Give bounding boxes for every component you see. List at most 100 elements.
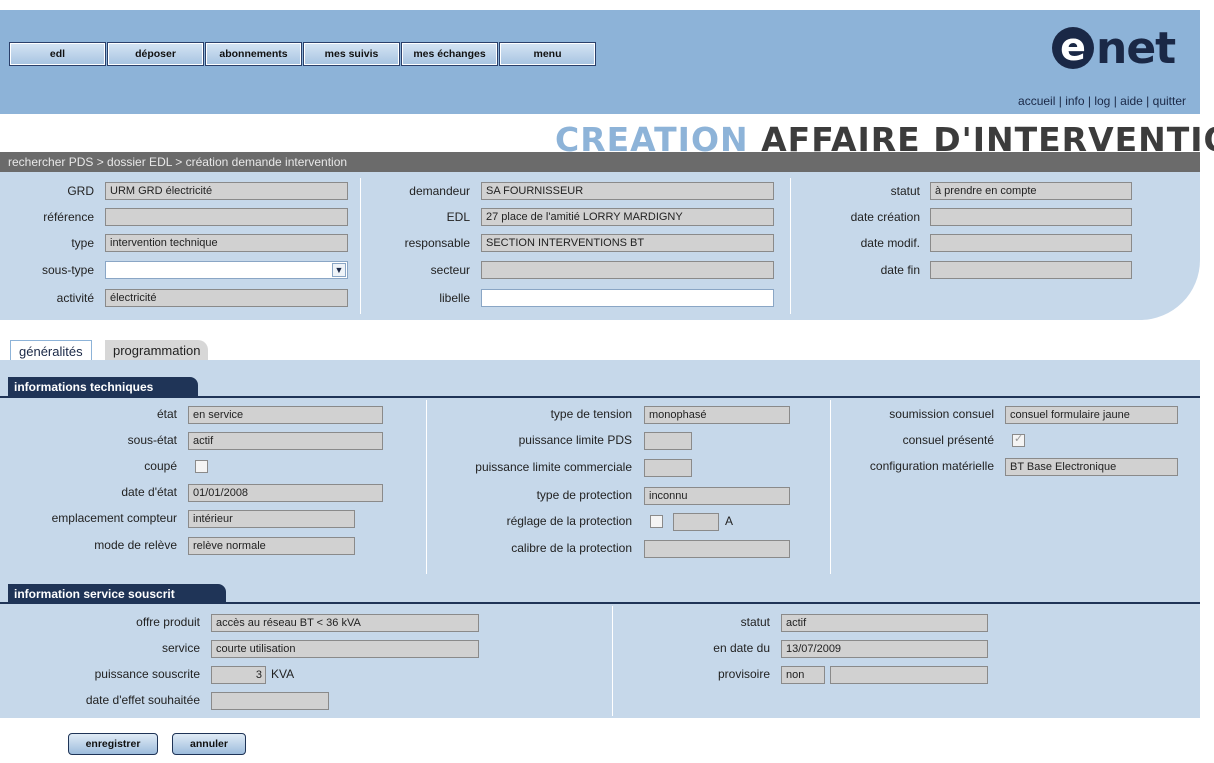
nav-abonnements[interactable]: abonnements [205, 42, 302, 66]
label-type-protection: type de protection [536, 488, 632, 502]
grd-field: URM GRD électricité [105, 182, 348, 200]
tab-generalites[interactable]: généralités [10, 340, 92, 362]
top-links: accueil | info | log | aide | quitter [1018, 94, 1186, 108]
label-activite: activité [56, 291, 94, 305]
label-statut: statut [890, 184, 920, 198]
label-calibre-protection: calibre de la protection [511, 541, 632, 555]
type-protection-field: inconnu [644, 487, 790, 505]
label-puissance-souscrite: puissance souscrite [94, 667, 200, 681]
tech-section-title: informations techniques [8, 377, 198, 397]
label-secteur: secteur [430, 263, 470, 277]
reglage-protection-field [673, 513, 719, 531]
nav-mes-echanges[interactable]: mes échanges [401, 42, 498, 66]
puissance-souscrite-field: 3 [211, 666, 266, 684]
reference-field [105, 208, 348, 226]
service-section-title: information service souscrit [8, 584, 226, 604]
label-soumission-consuel: soumission consuel [889, 407, 994, 421]
consuel-presente-checkbox[interactable] [1012, 432, 1025, 447]
puissance-limite-pds-field [644, 432, 692, 450]
label-en-date-du: en date du [713, 641, 770, 655]
label-grd: GRD [67, 184, 94, 198]
statut-field: à prendre en compte [930, 182, 1132, 200]
save-button[interactable]: enregistrer [68, 733, 158, 755]
label-libelle: libelle [439, 291, 470, 305]
main-nav: edl déposer abonnements mes suivis mes é… [9, 42, 596, 66]
label-puissance-limite-pds: puissance limite PDS [518, 433, 632, 447]
puissance-limite-commerciale-field [644, 459, 692, 477]
provisoire-field: non [781, 666, 825, 684]
label-date-effet-souhaitee: date d'effet souhaitée [85, 693, 200, 707]
nav-menu[interactable]: menu [499, 42, 596, 66]
label-demandeur: demandeur [409, 184, 470, 198]
label-date-creation: date création [850, 210, 920, 224]
label-mode-releve: mode de relève [94, 538, 177, 552]
label-emplacement-compteur: emplacement compteur [51, 511, 177, 525]
label-offre-produit: offre produit [136, 615, 200, 629]
label-reglage-protection: réglage de la protection [506, 514, 632, 528]
service-divider [612, 606, 613, 716]
date-modif-field [930, 234, 1132, 252]
etat-field: en service [188, 406, 383, 424]
link-info[interactable]: info [1065, 94, 1084, 108]
label-sous-etat: sous-état [127, 433, 177, 447]
label-configuration-materielle: configuration matérielle [869, 459, 994, 473]
emplacement-compteur-field: intérieur [188, 510, 355, 528]
responsable-field: SECTION INTERVENTIONS BT [481, 234, 774, 252]
date-fin-field [930, 261, 1132, 279]
label-responsable: responsable [404, 236, 470, 250]
label-sous-type: sous-type [41, 263, 94, 277]
type-tension-field: monophasé [644, 406, 790, 424]
label-etat: état [156, 407, 177, 421]
type-field: intervention technique [105, 234, 348, 252]
breadcrumb: rechercher PDS > dossier EDL > création … [0, 152, 1200, 172]
sous-etat-field: actif [188, 432, 383, 450]
cancel-button[interactable]: annuler [172, 733, 246, 755]
demandeur-field: SA FOURNISSEUR [481, 182, 774, 200]
sous-type-select[interactable]: ▼ [105, 261, 348, 279]
label-type: type [71, 236, 94, 250]
link-quitter[interactable]: quitter [1153, 94, 1186, 108]
label-date-etat: date d'état [121, 485, 177, 499]
reglage-protection-unit: A [725, 514, 734, 528]
nav-edl[interactable]: edl [9, 42, 106, 66]
label-service: service [161, 641, 200, 655]
mode-releve-field: relève normale [188, 537, 355, 555]
configuration-materielle-field: BT Base Electronique [1005, 458, 1178, 476]
label-consuel-presente: consuel présenté [902, 433, 994, 447]
label-edl: EDL [446, 210, 470, 224]
soumission-consuel-field: consuel formulaire jaune [1005, 406, 1178, 424]
libelle-input[interactable] [481, 289, 774, 307]
en-date-du-field: 13/07/2009 [781, 640, 988, 658]
secteur-field [481, 261, 774, 279]
logo-text: net [1096, 22, 1176, 74]
link-log[interactable]: log [1094, 94, 1110, 108]
chevron-down-icon[interactable]: ▼ [332, 263, 346, 277]
date-etat-field: 01/01/2008 [188, 484, 383, 502]
link-accueil[interactable]: accueil [1018, 94, 1055, 108]
link-aide[interactable]: aide [1120, 94, 1143, 108]
provisoire-detail-field [830, 666, 988, 684]
tech-divider-2 [830, 400, 831, 574]
enet-logo: e net [1052, 22, 1176, 74]
affair-header-panel: GRD URM GRD électricité référence type i… [0, 172, 1200, 320]
label-date-modif: date modif. [860, 236, 920, 250]
nav-mes-suivis[interactable]: mes suivis [303, 42, 400, 66]
label-date-fin: date fin [880, 263, 920, 277]
label-type-tension: type de tension [550, 407, 632, 421]
statut-service-field: actif [781, 614, 988, 632]
activite-field: électricité [105, 289, 348, 307]
label-provisoire: provisoire [717, 667, 770, 681]
puissance-souscrite-unit: KVA [271, 667, 295, 681]
coupe-checkbox[interactable] [195, 460, 208, 473]
reglage-protection-checkbox[interactable] [650, 515, 663, 528]
logo-e-icon: e [1052, 27, 1094, 69]
tab-programmation[interactable]: programmation [105, 340, 209, 362]
calibre-protection-field [644, 540, 790, 558]
date-effet-souhaitee-field [211, 692, 329, 710]
nav-deposer[interactable]: déposer [107, 42, 204, 66]
service-field: courte utilisation [211, 640, 479, 658]
edl-field: 27 place de l'amitié LORRY MARDIGNY [481, 208, 774, 226]
offre-produit-field: accès au réseau BT < 36 kVA [211, 614, 479, 632]
date-creation-field [930, 208, 1132, 226]
label-coupe: coupé [144, 459, 177, 473]
